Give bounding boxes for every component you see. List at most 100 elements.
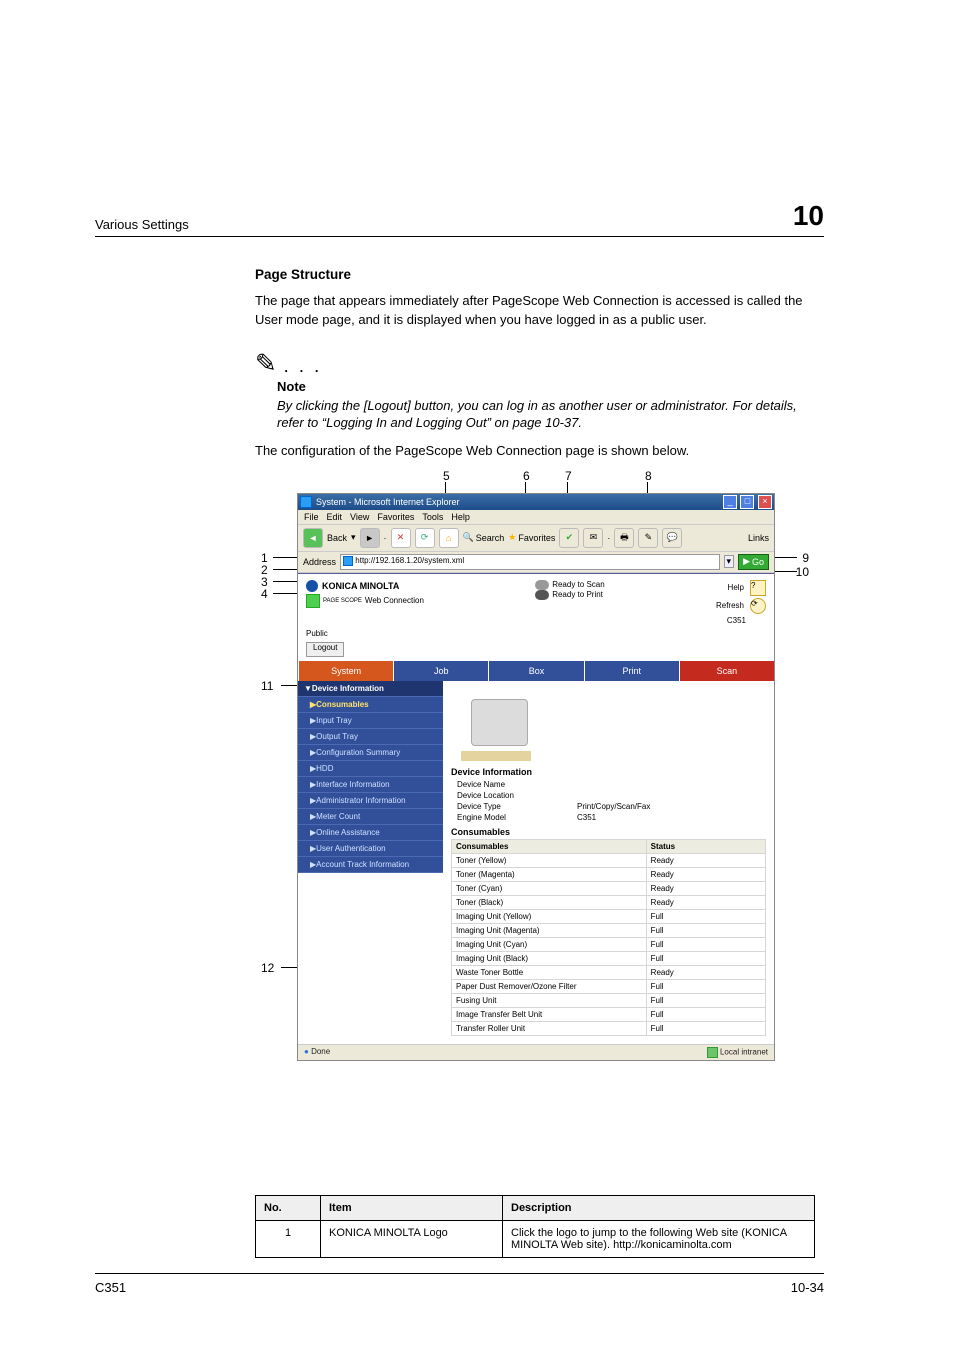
brand-row: KONICA MINOLTA PAGE SCOPE Web Connection… bbox=[298, 574, 774, 627]
history-button[interactable]: ✔ bbox=[559, 528, 579, 548]
sidebar-item-user-auth[interactable]: ▶User Authentication bbox=[298, 840, 443, 856]
go-button[interactable]: ▶ Go bbox=[738, 554, 769, 570]
note-label: Note bbox=[277, 379, 815, 394]
close-button[interactable]: × bbox=[758, 495, 772, 509]
back-label[interactable]: Back bbox=[327, 533, 347, 543]
sidebar-item-consumables[interactable]: ▶Consumables bbox=[298, 696, 443, 712]
login-mode: Public bbox=[306, 629, 328, 638]
status-zone: Local intranet bbox=[720, 1047, 768, 1056]
sidebar-item-account-track[interactable]: ▶Account Track Information bbox=[298, 856, 443, 872]
col-status: Status bbox=[646, 839, 765, 853]
scanner-icon bbox=[535, 580, 549, 590]
back-button[interactable]: ◄ bbox=[303, 528, 323, 548]
callout-8: 8 bbox=[645, 469, 652, 483]
screenshot-figure: 5 6 7 8 1 2 3 4 11 12 bbox=[255, 469, 815, 1171]
km-logo-text: KONICA MINOLTA bbox=[322, 581, 399, 591]
search-label[interactable]: Search bbox=[476, 533, 505, 543]
devinfo-row: Device Location bbox=[451, 790, 766, 801]
help-icon[interactable]: ? bbox=[750, 580, 766, 596]
chapter-number: 10 bbox=[793, 200, 824, 232]
menu-help[interactable]: Help bbox=[451, 512, 470, 522]
config-caption: The configuration of the PageScope Web C… bbox=[255, 442, 815, 461]
maximize-button[interactable]: □ bbox=[740, 495, 754, 509]
done-icon: ● bbox=[304, 1047, 309, 1056]
minimize-button[interactable]: _ bbox=[723, 495, 737, 509]
sidebar-item-online-assist[interactable]: ▶Online Assistance bbox=[298, 824, 443, 840]
table-row: Imaging Unit (Cyan)Full bbox=[452, 937, 766, 951]
sidebar-item-admin[interactable]: ▶Administrator Information bbox=[298, 792, 443, 808]
address-dropdown[interactable]: ▾ bbox=[724, 555, 735, 568]
table-row: Imaging Unit (Yellow)Full bbox=[452, 909, 766, 923]
callout-6: 6 bbox=[523, 469, 530, 483]
devinfo-row: Device TypePrint/Copy/Scan/Fax bbox=[451, 801, 766, 812]
pagescope-logo: PAGE SCOPE Web Connection bbox=[306, 594, 424, 608]
favorites-icon[interactable]: ★ bbox=[508, 532, 516, 543]
tab-system[interactable]: System bbox=[298, 661, 393, 681]
col-no: No. bbox=[256, 1195, 321, 1220]
col-desc: Description bbox=[503, 1195, 815, 1220]
tab-job[interactable]: Job bbox=[393, 661, 488, 681]
menu-favorites[interactable]: Favorites bbox=[377, 512, 414, 522]
intro-paragraph: The page that appears immediately after … bbox=[255, 292, 815, 330]
status-print: Ready to Print bbox=[535, 590, 604, 600]
menu-bar[interactable]: File Edit View Favorites Tools Help bbox=[298, 510, 774, 525]
sidebar-item-config-summary[interactable]: ▶Configuration Summary bbox=[298, 744, 443, 760]
search-icon[interactable]: 🔍 bbox=[463, 532, 474, 543]
address-bar: Address http://192.168.1.20/system.xml ▾… bbox=[298, 552, 774, 573]
note-dots: . . . bbox=[277, 360, 323, 375]
mail-button[interactable]: ✉ bbox=[583, 528, 603, 548]
links-label[interactable]: Links bbox=[748, 533, 769, 543]
table-row: Paper Dust Remover/Ozone FilterFull bbox=[452, 979, 766, 993]
table-row: Imaging Unit (Black)Full bbox=[452, 951, 766, 965]
login-row: Public bbox=[298, 627, 774, 642]
address-input[interactable]: http://192.168.1.20/system.xml bbox=[340, 554, 720, 570]
forward-button[interactable]: ► bbox=[360, 528, 380, 548]
stop-button[interactable]: ✕ bbox=[391, 528, 411, 548]
callout-12: 12 bbox=[261, 961, 274, 975]
callout-11: 11 bbox=[261, 679, 273, 693]
table-row: Waste Toner BottleReady bbox=[452, 965, 766, 979]
menu-tools[interactable]: Tools bbox=[422, 512, 443, 522]
col-consumables: Consumables bbox=[452, 839, 647, 853]
footer-page: 10-34 bbox=[791, 1280, 824, 1295]
callout-7: 7 bbox=[565, 469, 572, 483]
titlebar[interactable]: System - Microsoft Internet Explorer _ □… bbox=[298, 494, 774, 510]
devinfo-row: Engine ModelC351 bbox=[451, 812, 766, 823]
table-row: Fusing UnitFull bbox=[452, 993, 766, 1007]
status-scan: Ready to Scan bbox=[535, 580, 604, 590]
refresh-button[interactable]: ⟳ bbox=[415, 528, 435, 548]
callout-10: 10 bbox=[796, 565, 809, 579]
section-title: Various Settings bbox=[95, 217, 189, 232]
logout-button[interactable]: Logout bbox=[306, 642, 344, 657]
sidebar-item-meter[interactable]: ▶Meter Count bbox=[298, 808, 443, 824]
address-label: Address bbox=[303, 557, 336, 567]
table-row: Toner (Magenta)Ready bbox=[452, 867, 766, 881]
sidebar-item-hdd[interactable]: ▶HDD bbox=[298, 760, 443, 776]
col-item: Item bbox=[321, 1195, 503, 1220]
menu-view[interactable]: View bbox=[350, 512, 369, 522]
sidebar-item-interface[interactable]: ▶Interface Information bbox=[298, 776, 443, 792]
tab-print[interactable]: Print bbox=[584, 661, 679, 681]
tab-box[interactable]: Box bbox=[488, 661, 583, 681]
sidebar-header[interactable]: ▼Device Information bbox=[298, 681, 443, 696]
tab-scan[interactable]: Scan bbox=[679, 661, 774, 681]
callout-9: 9 bbox=[802, 551, 809, 565]
page-header: Various Settings 10 bbox=[95, 200, 824, 237]
table-row: Toner (Yellow)Ready bbox=[452, 853, 766, 867]
discuss-button[interactable]: 💬 bbox=[662, 528, 682, 548]
menu-file[interactable]: File bbox=[304, 512, 319, 522]
menu-edit[interactable]: Edit bbox=[327, 512, 343, 522]
refresh-page-icon[interactable]: ⟳ bbox=[750, 598, 766, 614]
edit-button[interactable]: ✎ bbox=[638, 528, 658, 548]
km-logo[interactable]: KONICA MINOLTA bbox=[306, 580, 424, 592]
page-footer: C351 10-34 bbox=[95, 1273, 824, 1295]
favorites-label[interactable]: Favorites bbox=[518, 533, 555, 543]
intranet-icon bbox=[707, 1047, 718, 1058]
devinfo-header: Device Information bbox=[451, 767, 766, 777]
back-dropdown[interactable]: ▾ bbox=[351, 532, 356, 543]
sidebar-item-input-tray[interactable]: ▶Input Tray bbox=[298, 712, 443, 728]
sidebar-item-output-tray[interactable]: ▶Output Tray bbox=[298, 728, 443, 744]
device-image bbox=[461, 691, 541, 761]
home-button[interactable]: ⌂ bbox=[439, 528, 459, 548]
print-button[interactable]: 🖶 bbox=[614, 528, 634, 548]
